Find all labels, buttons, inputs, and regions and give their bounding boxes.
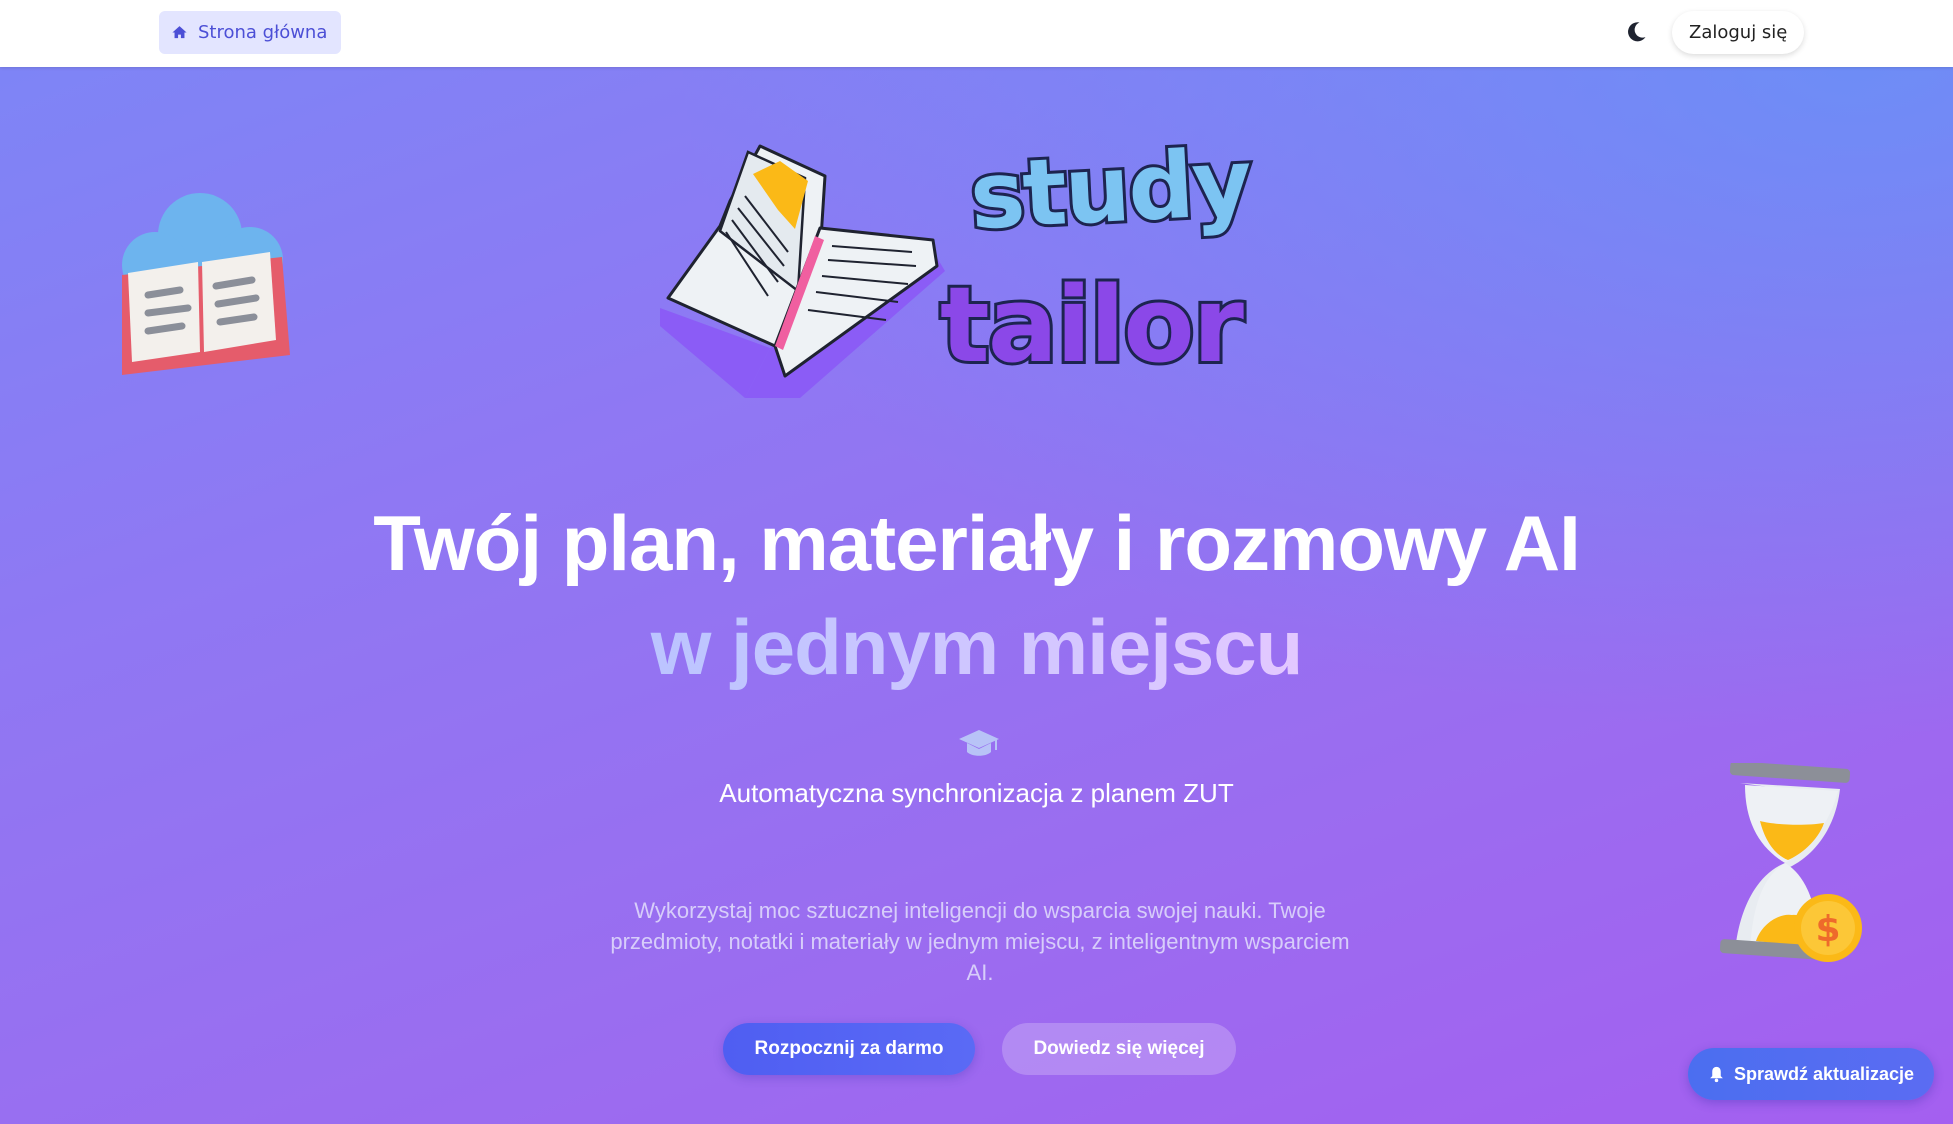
learn-more-button-label: Dowiedz się więcej [1033, 1038, 1205, 1059]
open-book-icon [660, 144, 945, 398]
study-tailor-logo: study tailor [650, 126, 1330, 406]
graduation-cap-icon [958, 728, 1000, 758]
home-icon [172, 26, 187, 39]
hero-headline-accent: w jednym miejscu [0, 602, 1953, 692]
bell-icon [1710, 1066, 1723, 1083]
check-updates-label: Sprawdź aktualizacje [1733, 1063, 1915, 1084]
hero-description: Wykorzystaj moc sztucznej inteligencji d… [610, 898, 1350, 985]
moon-icon [1628, 22, 1646, 42]
theme-toggle-button[interactable] [1620, 16, 1652, 48]
logo-word-study: study [964, 126, 1255, 254]
start-free-button[interactable]: Rozpocznij za darmo [723, 1023, 975, 1075]
home-link[interactable]: Strona główna [159, 11, 342, 54]
check-updates-button[interactable]: Sprawdź aktualizacje [1688, 1048, 1934, 1100]
login-button[interactable]: Zaloguj się [1672, 11, 1805, 54]
logo-word-tailor: tailor [937, 261, 1247, 389]
top-navbar: Strona główna Zaloguj się [0, 0, 1953, 67]
learn-more-button[interactable]: Dowiedz się więcej [1002, 1023, 1236, 1075]
cloud-book-illustration [100, 180, 300, 380]
login-button-label: Zaloguj się [1689, 22, 1788, 43]
hero-subtitle: Automatyczna synchronizacja z planem ZUT [719, 778, 1234, 808]
hero-headline: Twój plan, materiały i rozmowy AI [373, 499, 1581, 587]
home-link-label: Strona główna [198, 22, 328, 43]
svg-text:$: $ [1815, 909, 1840, 950]
start-free-button-label: Rozpocznij za darmo [754, 1038, 944, 1059]
